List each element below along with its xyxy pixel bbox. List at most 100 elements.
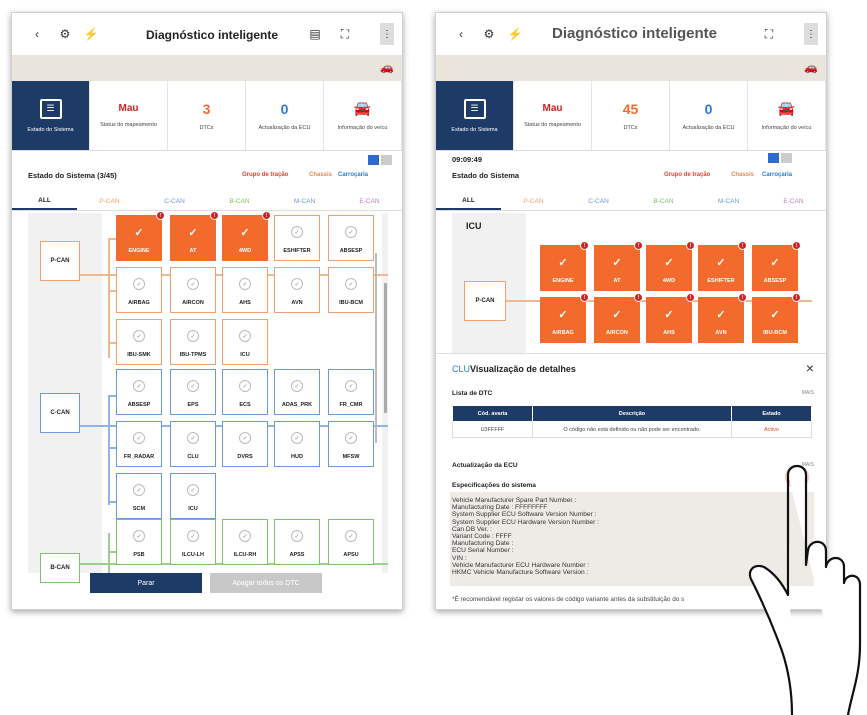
table-row[interactable]: U3FFFFF O código não está definido ou não…	[452, 421, 812, 438]
card-ecu-update[interactable]: 0 Actualização da ECU	[670, 81, 748, 150]
ecu-node[interactable]: ✓ AIRBAG!	[540, 293, 589, 343]
tab-p-can[interactable]: P-CAN	[77, 193, 142, 210]
group-powertrain[interactable]: Grupo de tração	[242, 172, 288, 178]
vehicle-plug-icon[interactable]: ⚡	[506, 25, 524, 43]
ecu-node[interactable]: ✓ IBU-SMK	[116, 319, 162, 365]
tab-p-can[interactable]: P-CAN	[501, 193, 566, 210]
card-dtcs[interactable]: 45 DTCs	[592, 81, 670, 150]
ecu-node[interactable]: ✓ ABSESP!	[752, 241, 801, 291]
bus-c-can[interactable]: C-CAN	[40, 393, 80, 433]
tab-b-can[interactable]: B-CAN	[631, 193, 696, 210]
ecu-node[interactable]: ✓ MFSW	[328, 421, 374, 467]
list-view-icon[interactable]	[781, 153, 792, 163]
tab-all[interactable]: ALL	[436, 193, 501, 210]
ecu-node[interactable]: ✓ AVN	[274, 267, 320, 313]
group-chassis[interactable]: Chassis	[731, 172, 754, 178]
tab-c-can[interactable]: C-CAN	[142, 193, 207, 210]
bus-b-can[interactable]: B-CAN	[40, 553, 80, 583]
card-mapping-status[interactable]: Mau Status do mapeamento	[90, 81, 168, 150]
ecu-node[interactable]: ✓ APSU	[328, 519, 374, 565]
ecu-node[interactable]: ✓ AIRCON	[170, 267, 216, 313]
ecu-node[interactable]: ✓ DVRS	[222, 421, 268, 467]
group-body[interactable]: Carroçaria	[338, 172, 368, 178]
ecu-node[interactable]: ✓ ILCU-RH	[222, 519, 268, 565]
engine-icon[interactable]: ⚙	[56, 25, 74, 43]
ecu-node[interactable]: ✓ IBU-TPMS	[170, 319, 216, 365]
chevron-left-icon[interactable]: ‹	[28, 25, 46, 43]
tab-m-can[interactable]: M-CAN	[696, 193, 761, 210]
ecu-node-label: 4WD	[662, 278, 676, 284]
card-system-status[interactable]: ☰ Estado do Sistema	[12, 81, 90, 150]
ecu-node[interactable]: ✓ AIRCON!	[594, 293, 643, 343]
ecu-node[interactable]: ✓ ICU	[170, 473, 216, 519]
fullscreen-icon[interactable]: ⛶	[760, 25, 778, 43]
view-toggle[interactable]	[368, 155, 392, 165]
summary-cards: ☰ Estado do Sistema Mau Status do mapeamen…	[436, 81, 826, 151]
close-icon[interactable]: ×	[806, 360, 814, 376]
list-view-icon[interactable]	[381, 155, 392, 165]
ecu-node[interactable]: ✓ ABSESP	[116, 369, 162, 415]
ecu-node[interactable]: ✓ ESHIFTER!	[698, 241, 747, 291]
ecu-node-label: ESHIFTER	[707, 278, 735, 284]
tab-b-can[interactable]: B-CAN	[207, 193, 272, 210]
ecu-node[interactable]: ✓ ICU	[222, 319, 268, 365]
grid-view-icon[interactable]	[768, 153, 779, 163]
ecu-node[interactable]: ✓ SCM	[116, 473, 162, 519]
status-circle-icon: ✓	[291, 278, 303, 290]
ecu-node[interactable]: ✓ AVN!	[698, 293, 747, 343]
ecu-node[interactable]: ✓ ILCU-LH	[170, 519, 216, 565]
fullscreen-icon[interactable]: ⛶	[336, 25, 354, 43]
card-vehicle-info[interactable]: 🚘 Informação do veícu	[748, 81, 826, 150]
ecu-node[interactable]: ✓ ABSESP	[328, 215, 374, 261]
ecu-node[interactable]: ✓ AHS!	[646, 293, 695, 343]
ecu-node[interactable]: ✓ ENGINE!	[116, 211, 165, 261]
view-toggle[interactable]	[768, 153, 792, 163]
clear-all-dtc-button[interactable]: Apagar todos os DTC	[210, 573, 322, 593]
group-body[interactable]: Carroçaria	[762, 172, 792, 178]
vehicle-plug-icon[interactable]: ⚡	[82, 25, 100, 43]
ecu-node[interactable]: ✓ ADAS_PRK	[274, 369, 320, 415]
ecu-node[interactable]: ✓ 4WD!	[646, 241, 695, 291]
ecu-node[interactable]: ✓ HUD	[274, 421, 320, 467]
tab-c-can[interactable]: C-CAN	[566, 193, 631, 210]
report-icon[interactable]: ▤	[306, 25, 324, 43]
ecu-node[interactable]: ✓ EPS	[170, 369, 216, 415]
error-badge-icon: !	[634, 293, 643, 302]
engine-icon[interactable]: ⚙	[480, 25, 498, 43]
tab-all[interactable]: ALL	[12, 193, 77, 210]
bus-p-can[interactable]: P-CAN	[40, 241, 80, 281]
more-menu-icon[interactable]: ⋮	[804, 23, 818, 45]
group-powertrain[interactable]: Grupo de tração	[664, 172, 710, 178]
ecu-node[interactable]: ✓ AIRBAG	[116, 267, 162, 313]
ecu-node[interactable]: ✓ ESHIFTER	[274, 215, 320, 261]
ecu-node[interactable]: ✓ CLU	[170, 421, 216, 467]
card-system-status[interactable]: ☰ Estado do Sistema	[436, 81, 514, 150]
stop-button[interactable]: Parar	[90, 573, 202, 593]
ecu-node-label: ESHIFTER	[283, 248, 311, 254]
ecu-node[interactable]: ✓ AHS	[222, 267, 268, 313]
tab-e-can[interactable]: E-CAN	[761, 193, 826, 210]
tab-m-can[interactable]: M-CAN	[272, 193, 337, 210]
ecu-node[interactable]: ✓ IBU-BCM	[328, 267, 374, 313]
ecu-node[interactable]: ✓ ECS	[222, 369, 268, 415]
card-vehicle-info[interactable]: 🚘 Informação do veícu	[324, 81, 402, 150]
card-mapping-status[interactable]: Mau Status do mapeamento	[514, 81, 592, 150]
ecu-node[interactable]: ✓ AT!	[170, 211, 219, 261]
ecu-node[interactable]: ✓ PSB	[116, 519, 162, 565]
card-ecu-update[interactable]: 0 Actualização da ECU	[246, 81, 324, 150]
group-chassis[interactable]: Chassis	[309, 172, 332, 178]
ecu-node[interactable]: ✓ AT!	[594, 241, 643, 291]
dtc-more-link[interactable]: MAIS	[802, 390, 814, 396]
ecu-node[interactable]: ✓ IBU-BCM!	[752, 293, 801, 343]
ecu-node[interactable]: ✓ FR_CMR	[328, 369, 374, 415]
chevron-left-icon[interactable]: ‹	[452, 25, 470, 43]
grid-view-icon[interactable]	[368, 155, 379, 165]
ecu-node[interactable]: ✓ APSS	[274, 519, 320, 565]
more-menu-icon[interactable]: ⋮	[380, 23, 394, 45]
bus-p-can[interactable]: P-CAN	[464, 281, 506, 321]
ecu-node[interactable]: ✓ 4WD!	[222, 211, 271, 261]
card-dtcs[interactable]: 3 DTCs	[168, 81, 246, 150]
tab-e-can[interactable]: E-CAN	[337, 193, 402, 210]
ecu-node[interactable]: ✓ FR_RADAR	[116, 421, 162, 467]
ecu-node[interactable]: ✓ ENGINE!	[540, 241, 589, 291]
